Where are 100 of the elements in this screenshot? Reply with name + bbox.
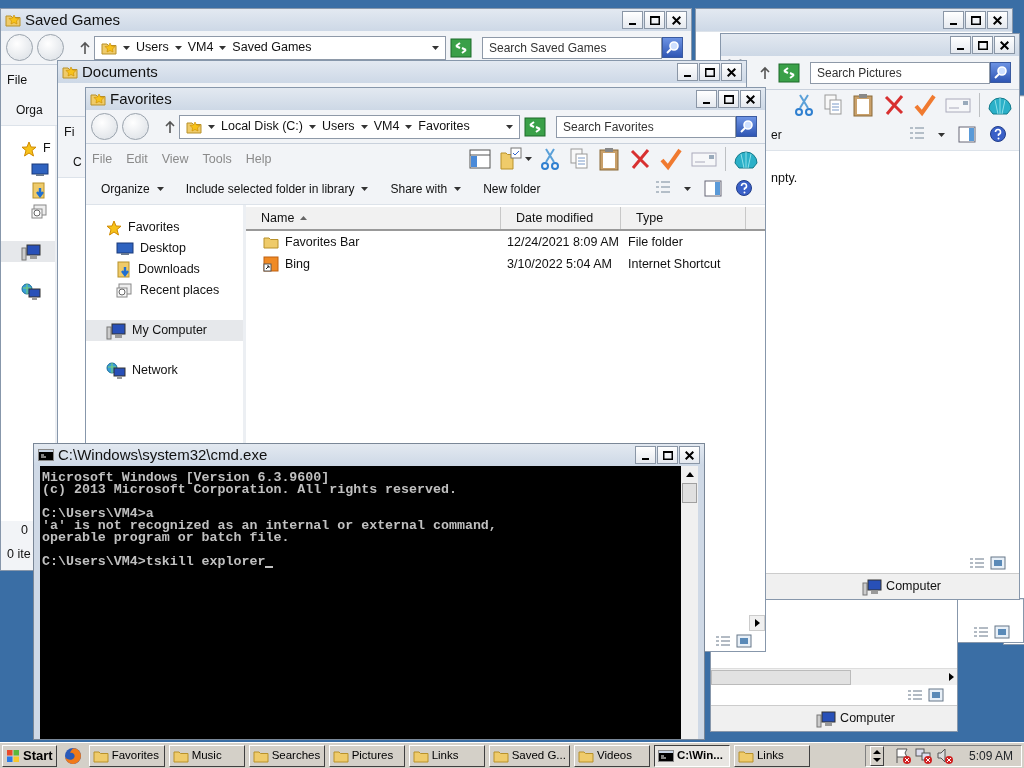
close-icon [993,15,1002,25]
network-icon [106,361,126,380]
close-button[interactable] [679,446,700,464]
search-button[interactable] [990,61,1011,83]
search-field[interactable]: Search Saved Games [482,36,662,59]
close-button[interactable] [721,63,742,81]
computer-icon [816,709,837,728]
taskbar-button[interactable]: Links [408,744,485,767]
refresh-button[interactable] [778,62,800,83]
search-field[interactable]: Search Pictures [810,61,990,84]
file-name[interactable]: Favorites Bar [285,232,360,252]
scroll-thumb[interactable] [682,483,697,503]
command-button[interactable]: Share with [390,180,462,198]
toolbar-button[interactable] [539,147,561,171]
menu-item[interactable]: File [7,70,28,90]
command-button[interactable]: New folder [483,180,541,198]
table-cell-text: 12/24/2021 8:09 AM [506,233,620,251]
nav-item[interactable]: My Computer [86,320,243,341]
search-button[interactable] [736,115,757,137]
column-header[interactable]: Type [621,207,746,229]
maximize-button[interactable] [718,90,739,108]
preview-icon [735,634,753,648]
toolbar-button[interactable] [628,147,652,171]
maximize-button[interactable] [657,446,678,464]
taskbar-button[interactable]: Links [733,744,810,767]
taskbar-button[interactable]: Saved G... [488,744,570,767]
refresh-button[interactable] [450,37,472,58]
up-button[interactable] [760,65,770,80]
toolbar-button[interactable] [499,147,532,171]
maximize-button[interactable] [699,63,720,81]
breadcrumb-item[interactable]: Local Disk (C:) [221,117,303,136]
minimize-button[interactable] [950,36,971,54]
command-button[interactable]: Orga [16,101,43,119]
maximize-button[interactable] [965,11,986,29]
command-button[interactable]: Include selected folder in library [185,180,369,198]
command-button[interactable]: er [771,126,782,144]
nav-item[interactable]: Desktop [86,238,243,259]
search-button[interactable] [662,36,683,58]
toolbar-button[interactable] [882,93,906,117]
taskbar-button[interactable]: C:\Win... [653,744,730,767]
nav-item[interactable]: F [1,138,55,159]
network-icon [21,282,41,301]
breadcrumb-item[interactable]: Favorites [418,117,470,136]
file-name[interactable]: Bing [285,254,311,274]
nav-item[interactable]: Recent places [86,280,243,301]
scroll-buttons[interactable] [869,745,884,766]
menu-item[interactable]: Fi [64,122,75,142]
breadcrumb-item[interactable]: Saved Games [232,38,312,57]
close-button[interactable] [666,11,687,29]
maximize-icon [723,94,734,104]
minimize-button[interactable] [622,11,643,29]
maximize-button[interactable] [972,36,993,54]
command-button[interactable]: C [73,153,82,171]
scroll-right-button[interactable] [749,615,765,631]
toolbar-button[interactable] [735,179,753,199]
up-button[interactable] [165,119,175,134]
taskbar-button[interactable]: Favorites [88,744,165,767]
command-button[interactable]: Organize [101,180,164,198]
taskbar-button[interactable]: Videos [573,744,650,767]
browser-button[interactable] [63,746,82,765]
minimize-button[interactable] [943,11,964,29]
column-header[interactable]: Name [246,207,501,229]
scroll-thumb[interactable] [711,669,851,685]
minimize-icon [703,102,710,104]
toolbar-button[interactable] [793,93,815,117]
minimize-button[interactable] [635,446,656,464]
address-bar[interactable]: Local Disk (C:) Users VM4 Favorites [179,114,520,139]
address-bar[interactable]: Users VM4 Saved Games [94,35,446,60]
console-line: operable program or batch file. [42,532,291,544]
close-button[interactable] [994,36,1015,54]
window-title: C:\Windows\system32\cmd.exe [58,444,268,465]
search-field[interactable]: Search Favorites [556,115,736,138]
scroll-arrow-icon [685,472,694,477]
search-icon [665,40,680,54]
close-button[interactable] [740,90,761,108]
breadcrumb-item[interactable]: VM4 [373,117,400,136]
nav-item[interactable] [1,241,55,262]
taskbar-button[interactable]: Music [168,744,245,767]
up-button[interactable] [80,40,90,55]
search-icon [993,65,1008,79]
close-button[interactable] [987,11,1008,29]
toolbar-button[interactable] [989,125,1007,145]
start-button[interactable]: Start [2,744,57,767]
caret-icon [361,187,369,191]
column-header[interactable]: Date modified [501,207,621,229]
breadcrumb-item[interactable]: Users [321,117,355,136]
nav-item[interactable]: Network [86,360,243,381]
minimize-button[interactable] [677,63,698,81]
taskbar-button[interactable]: Pictures [328,744,405,767]
nav-item[interactable]: Downloads [86,259,243,280]
breadcrumb-item[interactable]: Users [136,38,169,57]
taskbar-button[interactable]: Searches [248,744,325,767]
maximize-button[interactable] [644,11,665,29]
scroll-right-button[interactable] [949,673,954,681]
caret-icon [123,45,130,50]
minimize-icon [629,23,636,25]
nav-item[interactable]: Favorites [86,217,243,238]
minimize-button[interactable] [696,90,717,108]
refresh-button[interactable] [524,116,546,137]
breadcrumb-item[interactable]: VM4 [187,38,214,57]
